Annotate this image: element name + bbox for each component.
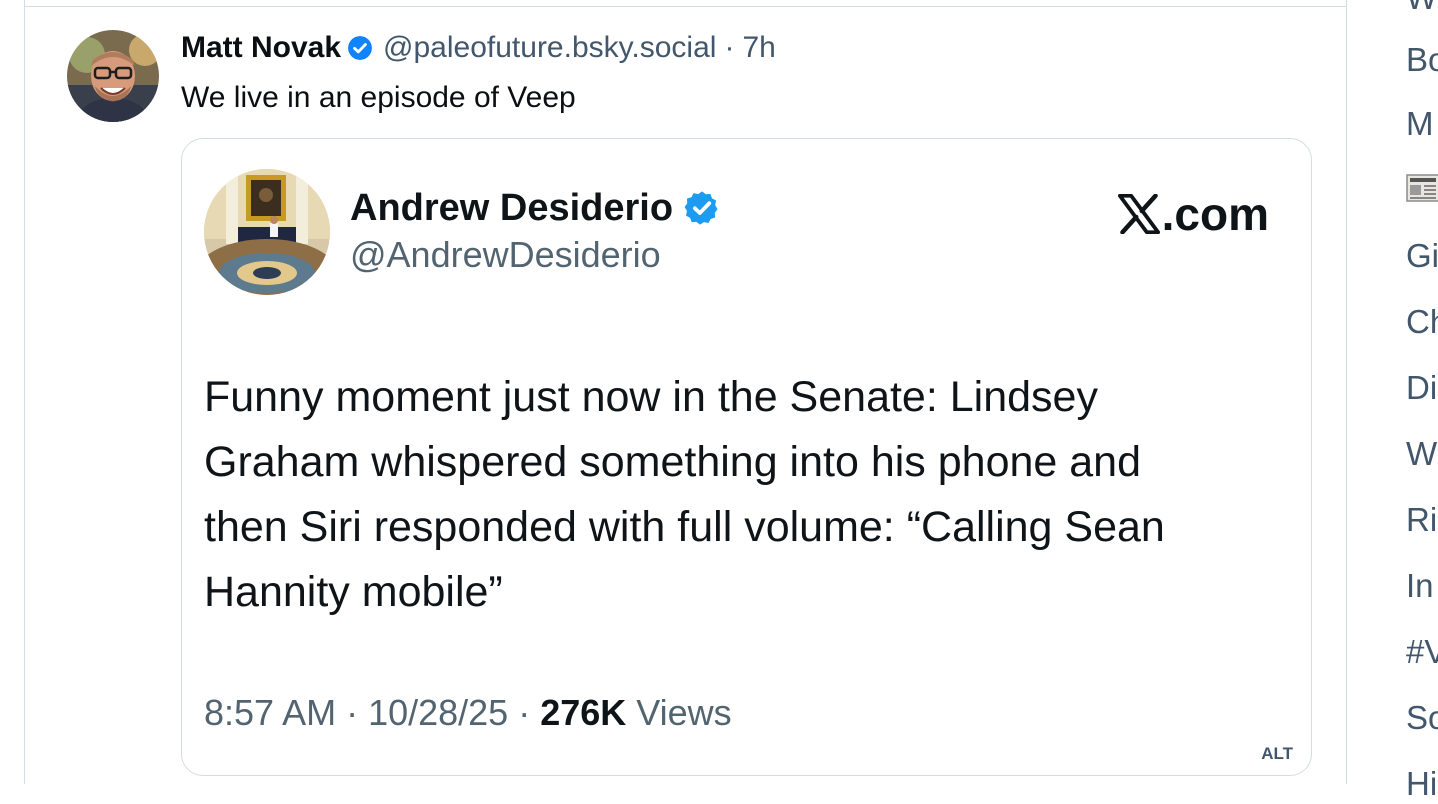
verified-badge-icon	[683, 189, 721, 227]
embed-timestamp: 8:57 AM · 10/28/25 ·	[204, 692, 541, 733]
author-name[interactable]: Matt Novak	[181, 28, 341, 68]
trending-sidebar: W Bo M Gi Ch Di W Ri In #V So Hi	[1406, 0, 1438, 802]
x-logo-icon	[1117, 194, 1160, 234]
x-brand: .com	[1117, 187, 1269, 241]
alt-text-button[interactable]: ALT	[1255, 741, 1299, 767]
embed-tweet-text: Funny moment just now in the Senate: Lin…	[204, 365, 1294, 625]
embed-views-label: Views	[626, 692, 732, 733]
trend-item[interactable]: Bo	[1406, 40, 1438, 80]
post-header: Matt Novak @paleofuture.bsky.social · 7h	[181, 28, 776, 68]
trend-item[interactable]: #V	[1406, 632, 1438, 672]
tweet-line: Funny moment just now in the Senate: Lin…	[204, 373, 1098, 421]
x-brand-label: .com	[1161, 188, 1269, 240]
trend-item[interactable]: Di	[1406, 368, 1437, 408]
post-text: We live in an episode of Veep	[181, 81, 576, 114]
embed-author-avatar	[204, 169, 330, 295]
embed-views-count: 276K	[540, 692, 627, 733]
trend-item[interactable]: Ri	[1406, 500, 1437, 540]
tweet-line: Graham whispered something into his phon…	[204, 438, 1142, 486]
trend-item[interactable]: M	[1406, 104, 1434, 144]
tweet-line: then Siri responded with full volume: “C…	[204, 503, 1165, 551]
trend-item[interactable]: W	[1406, 0, 1437, 18]
trend-item[interactable]: In	[1406, 566, 1434, 606]
verified-check-icon	[347, 35, 373, 61]
trend-item[interactable]: So	[1406, 698, 1438, 738]
embed-tweet-meta: 8:57 AM · 10/28/25 · 276K Views	[204, 689, 732, 737]
trend-item[interactable]: Gi	[1406, 236, 1438, 276]
tweet-line: Hannity mobile”	[204, 568, 503, 616]
embedded-image-card[interactable]: Andrew Desiderio @AndrewDesiderio .com F…	[181, 138, 1312, 776]
embed-author-block: Andrew Desiderio @AndrewDesiderio	[350, 185, 721, 279]
post-time[interactable]: 7h	[742, 28, 775, 68]
trend-item[interactable]: Ch	[1406, 302, 1438, 342]
author-handle[interactable]: @paleofuture.bsky.social	[383, 28, 716, 68]
newspaper-icon[interactable]	[1406, 172, 1438, 212]
author-avatar[interactable]	[67, 30, 159, 122]
trend-item[interactable]: W	[1406, 434, 1437, 474]
feed-divider	[25, 6, 1346, 7]
trend-item[interactable]: Hi	[1406, 764, 1437, 804]
embed-author-handle: @AndrewDesiderio	[350, 234, 661, 275]
separator-dot: ·	[724, 31, 735, 64]
feed-column: Matt Novak @paleofuture.bsky.social · 7h…	[24, 0, 1347, 784]
embed-author-name: Andrew Desiderio	[350, 187, 674, 229]
